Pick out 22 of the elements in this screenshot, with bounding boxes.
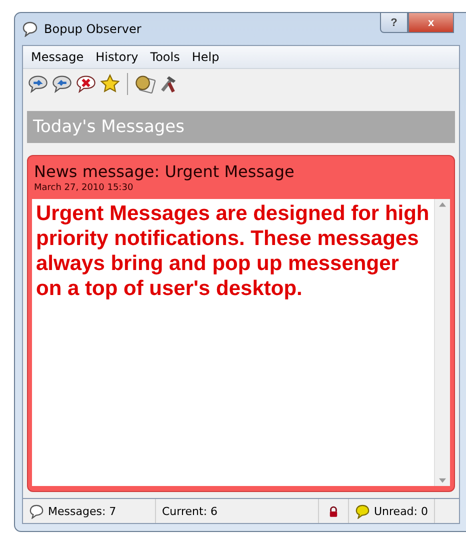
messages-count: Messages: 7	[48, 504, 116, 518]
menu-item[interactable]: Help	[186, 50, 226, 64]
send-message-icon[interactable]	[27, 73, 49, 95]
message-title: News message: Urgent Message	[33, 162, 296, 181]
help-button[interactable]: ?	[380, 13, 408, 33]
current-count: Current: 6	[162, 504, 218, 518]
delete-message-icon[interactable]	[75, 73, 97, 95]
menu-item[interactable]: Tools	[144, 50, 186, 64]
reply-message-icon[interactable]	[51, 73, 73, 95]
speech-bubble-icon	[29, 504, 44, 518]
section-header: Today's Messages	[27, 111, 455, 143]
star-icon[interactable]	[99, 73, 121, 95]
speech-bubble-icon	[355, 504, 370, 518]
message-date: March 27, 2010 15:30	[33, 182, 134, 195]
menu-item[interactable]: Message	[25, 50, 90, 64]
contact-card-icon[interactable]	[134, 73, 156, 95]
unread-count: Unread: 0	[374, 504, 428, 518]
menu-item[interactable]: History	[90, 50, 144, 64]
message-body: Urgent Messages are designed for high priority notifications. These messages always bring and pop up messenger on a top of user's desktop.	[35, 201, 430, 302]
lock-icon	[329, 506, 338, 516]
window-title: Bopup Observer	[44, 22, 142, 36]
speech-bubble-icon	[22, 21, 38, 37]
